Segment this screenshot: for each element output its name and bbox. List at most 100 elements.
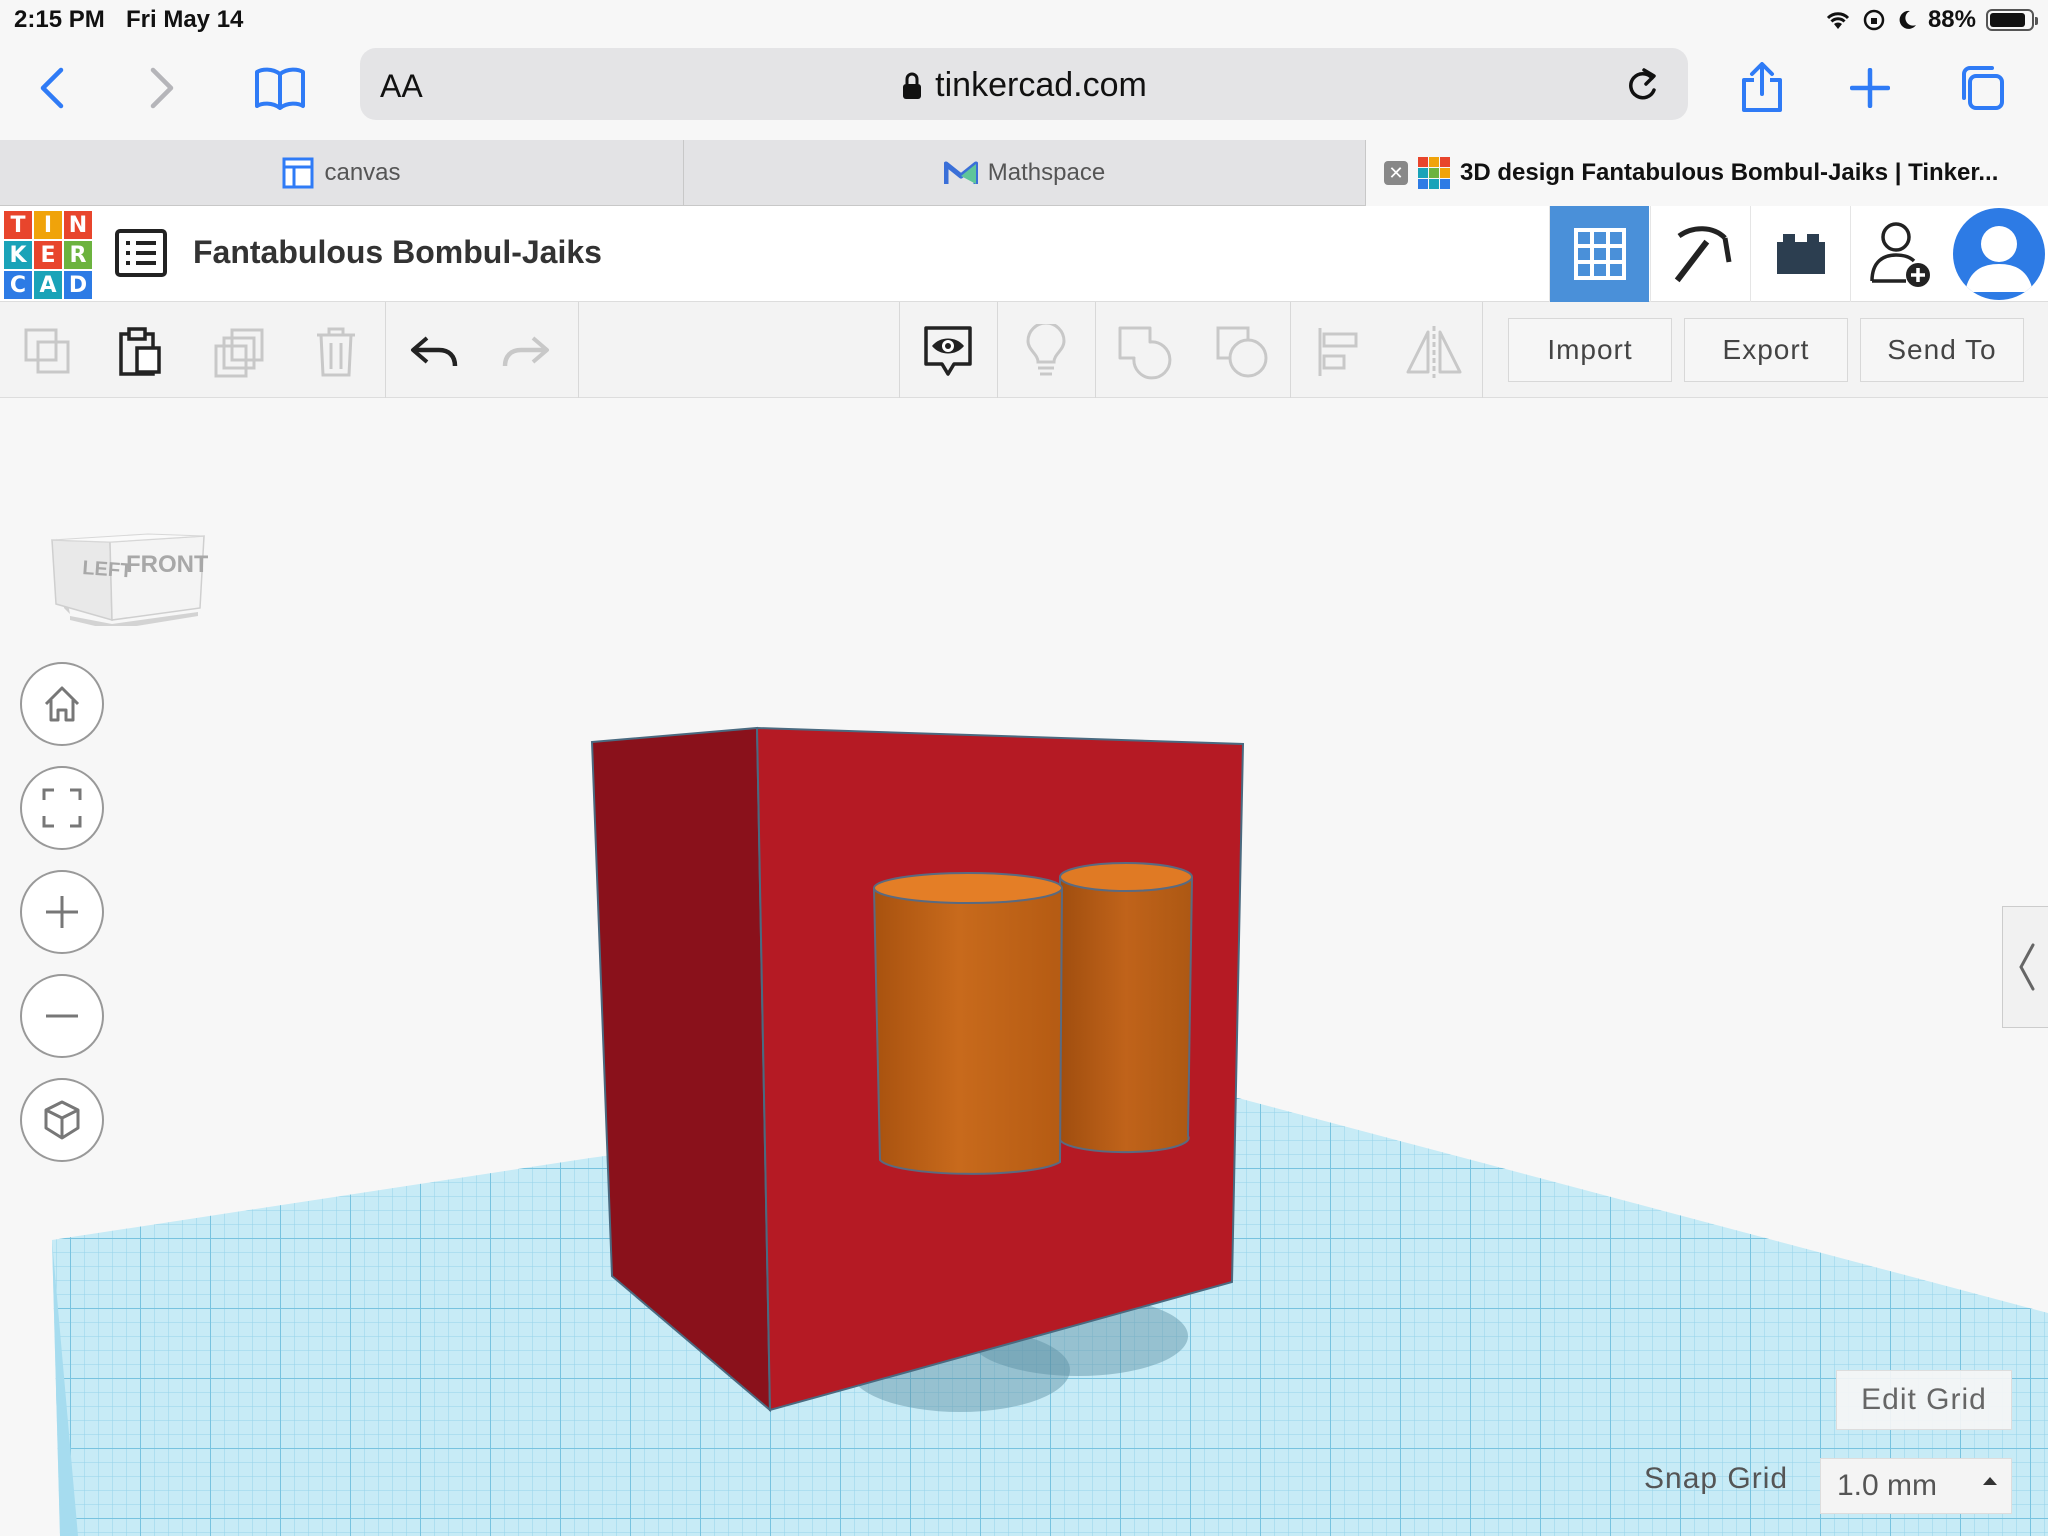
cube-perspective-icon (44, 1100, 80, 1140)
home-view-button[interactable] (20, 662, 104, 746)
blocks-view-button[interactable] (1650, 206, 1750, 302)
logo-letter: E (34, 241, 62, 269)
tinkercad-header: T I N K E R C A D Fantabulous Bombul-Jai… (0, 206, 2048, 302)
logo-letter: N (64, 211, 92, 239)
logo-letter: A (34, 271, 62, 299)
invite-collaborator-button[interactable] (1850, 206, 1950, 302)
toolbar-divider (1290, 302, 1291, 398)
url-display: tinkercad.com (360, 66, 1688, 105)
list-icon (115, 229, 167, 277)
mirror-icon (1406, 326, 1462, 378)
perspective-toggle-button[interactable] (20, 1078, 104, 1162)
share-icon (1742, 62, 1782, 112)
lightbulb-icon (1026, 324, 1066, 376)
share-button[interactable] (1732, 58, 1792, 118)
orientation-lock-icon (1863, 9, 1885, 31)
eye-icon (924, 326, 972, 376)
tab-overview-button[interactable] (1952, 58, 2012, 118)
group-icon (1118, 326, 1172, 380)
mirror-button[interactable] (1404, 322, 1464, 382)
cylinder-shape[interactable] (1059, 862, 1194, 1154)
browser-tabs: canvas Mathspace ✕ 3D design Fantabulous… (0, 140, 2048, 206)
grid-icon (1573, 228, 1626, 280)
lock-icon (903, 72, 922, 99)
reload-button[interactable] (1624, 64, 1660, 109)
user-icon (1965, 226, 2033, 292)
logo-letter: K (4, 241, 32, 269)
back-button[interactable] (22, 58, 82, 118)
send-to-button[interactable]: Send To (1860, 318, 2024, 382)
battery-icon (1986, 9, 2038, 31)
logo-letter: T (4, 211, 32, 239)
bricks-view-button[interactable] (1750, 206, 1850, 302)
fit-screen-icon (42, 788, 82, 828)
caret-up-icon (1983, 1477, 1997, 1485)
user-avatar[interactable] (1953, 208, 2045, 300)
wifi-icon (1826, 12, 1850, 29)
shapes-panel-toggle[interactable] (2002, 906, 2048, 1028)
toolbar-divider (578, 302, 579, 398)
show-all-button[interactable] (918, 322, 978, 382)
zoom-out-button[interactable] (20, 974, 104, 1058)
logo-letter: R (64, 241, 92, 269)
chevron-right-icon (150, 67, 174, 109)
cylinder-shape[interactable] (872, 872, 1064, 1175)
export-button[interactable]: Export (1684, 318, 1848, 382)
pickaxe-icon (1674, 226, 1731, 283)
snap-grid-select[interactable]: 1.0 mm (1820, 1458, 2012, 1514)
delete-button[interactable] (306, 322, 366, 382)
workplane-viewport[interactable]: LEFT FRONT Edit Grid Snap Grid 1.0 mm (0, 398, 2048, 1536)
ungroup-button[interactable] (1212, 322, 1272, 382)
toolbar-divider (1482, 302, 1483, 398)
copy-icon (24, 328, 70, 374)
logo-letter: D (64, 271, 92, 299)
address-bar[interactable]: AA tinkercad.com (360, 48, 1688, 120)
copy-button[interactable] (18, 322, 78, 382)
fit-view-button[interactable] (20, 766, 104, 850)
tinkercad-tab-icon (1418, 157, 1450, 189)
3d-view-button[interactable] (1549, 206, 1649, 302)
status-time: 2:15 PM (14, 6, 105, 33)
bookmarks-button[interactable] (250, 58, 310, 118)
align-icon (1318, 328, 1358, 376)
tab-label: 3D design Fantabulous Bombul-Jaiks | Tin… (1460, 159, 1999, 186)
undo-icon (411, 336, 458, 367)
design-title[interactable]: Fantabulous Bombul-Jaiks (193, 234, 602, 271)
tinkercad-logo[interactable]: T I N K E R C A D (4, 211, 92, 299)
view-cube[interactable]: LEFT FRONT (48, 466, 209, 630)
tab-label: Mathspace (987, 159, 1106, 186)
toolbar-divider (1095, 302, 1096, 398)
view-cube-front-label: FRONT (126, 551, 208, 578)
tab-canvas[interactable]: canvas (0, 140, 684, 206)
scene-canvas[interactable] (0, 398, 2048, 1536)
redo-button[interactable] (496, 322, 556, 382)
status-indicators: 88% (1824, 4, 2038, 36)
group-button[interactable] (1114, 322, 1174, 382)
logo-letter: C (4, 271, 32, 299)
tab-close-button[interactable]: ✕ (1384, 161, 1408, 185)
plus-icon (46, 896, 78, 928)
view-cube-graphic[interactable]: LEFT FRONT (48, 466, 209, 630)
paste-button[interactable] (110, 322, 170, 382)
home-icon (44, 686, 80, 722)
align-button[interactable] (1308, 322, 1368, 382)
battery-percent: 88% (1927, 6, 1976, 33)
battery-level (1990, 13, 2026, 27)
import-button[interactable]: Import (1508, 318, 1672, 382)
zoom-in-button[interactable] (20, 870, 104, 954)
notes-button[interactable] (1016, 322, 1076, 382)
add-user-icon (1869, 222, 1930, 287)
duplicate-icon (214, 328, 264, 378)
redo-icon (502, 336, 549, 367)
tab-mathspace[interactable]: Mathspace (684, 140, 1366, 206)
undo-button[interactable] (404, 322, 464, 382)
forward-button[interactable] (132, 58, 192, 118)
reload-icon (1629, 68, 1656, 100)
tab-tinkercad[interactable]: ✕ 3D design Fantabulous Bombul-Jaiks | T… (1366, 140, 2048, 206)
design-list-button[interactable] (114, 228, 168, 278)
duplicate-button[interactable] (210, 322, 270, 382)
edit-grid-button[interactable]: Edit Grid (1836, 1370, 2012, 1430)
new-tab-button[interactable] (1840, 58, 1900, 118)
tab-label: canvas (324, 159, 401, 186)
clipboard-icon (119, 327, 161, 376)
